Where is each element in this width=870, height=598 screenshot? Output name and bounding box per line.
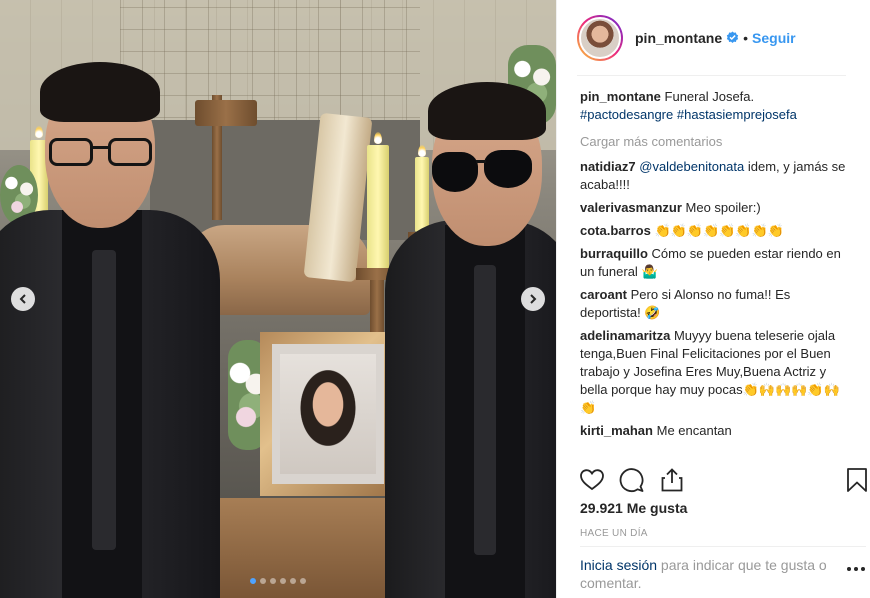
login-prompt: Inicia sesión para indicar que te gusta …: [580, 556, 830, 592]
post-timestamp[interactable]: HACE UN DÍA: [580, 528, 648, 539]
chevron-right-icon: [530, 294, 537, 304]
comment-button[interactable]: [619, 467, 645, 493]
sunglasses-lens: [484, 150, 532, 188]
comment-list: natidiaz7 @valdebenitonata idem, y jamás…: [580, 158, 848, 440]
portrait-photo: [280, 354, 376, 474]
follow-button[interactable]: Seguir: [752, 30, 796, 46]
comment-username[interactable]: natidiaz7: [580, 159, 636, 174]
comment-username[interactable]: caroant: [580, 287, 627, 302]
glasses-bridge: [92, 146, 109, 149]
carousel-prev-button[interactable]: [11, 287, 35, 311]
comment-item: natidiaz7 @valdebenitonata idem, y jamás…: [580, 158, 848, 194]
comment-username[interactable]: cota.barros: [580, 223, 651, 238]
frame-mat: [272, 344, 384, 484]
carousel-dot: [250, 578, 256, 584]
chevron-left-icon: [19, 294, 26, 304]
likes-count[interactable]: 29.921 Me gusta: [580, 500, 687, 516]
save-button[interactable]: [846, 467, 868, 493]
verified-badge-icon: [726, 31, 739, 43]
avatar-image: [579, 16, 621, 59]
post-photo[interactable]: [0, 0, 556, 598]
carousel-next-button[interactable]: [521, 287, 545, 311]
comment-username[interactable]: kirti_mahan: [580, 423, 653, 438]
comment-item: caroant Pero si Alonso no fuma!! Es depo…: [580, 286, 848, 322]
comment-emoji: 👏👏👏👏👏👏👏👏: [654, 223, 784, 238]
comments-section: pin_montane Funeral Josefa. #pactodesang…: [580, 88, 848, 445]
background-grid: [120, 0, 420, 140]
heart-icon: [580, 469, 604, 491]
more-dot: [854, 567, 858, 571]
hair: [428, 82, 546, 140]
header-separator: •: [743, 29, 749, 46]
glasses-lens: [49, 138, 93, 166]
comment-username[interactable]: burraquillo: [580, 246, 648, 261]
avatar[interactable]: [577, 14, 623, 61]
comment-item: cota.barros 👏👏👏👏👏👏👏👏: [580, 222, 848, 240]
comment-username[interactable]: adelinamaritza: [580, 328, 670, 343]
more-dot: [847, 567, 851, 571]
hashtag-link[interactable]: #pactodesangre: [580, 107, 673, 122]
candle: [367, 145, 389, 270]
glasses-lens: [108, 138, 152, 166]
portrait-frame: [260, 332, 396, 496]
hashtag-link[interactable]: #hastasiemprejosefa: [677, 107, 797, 122]
bookmark-icon: [847, 468, 867, 492]
comment-item: burraquillo Cómo se pueden estar riendo …: [580, 245, 848, 281]
candle-flame: [374, 132, 382, 144]
share-button[interactable]: [659, 467, 685, 493]
load-more-comments-button[interactable]: Cargar más comentarios: [580, 133, 848, 151]
header-user-line: pin_montane • Seguir: [635, 30, 796, 46]
comment-item: valerivasmanzur Meo spoiler:): [580, 199, 848, 217]
sunglasses-bridge: [476, 160, 486, 163]
cross-top: [195, 100, 257, 126]
share-icon: [661, 468, 683, 492]
comment-bubble-icon: [619, 468, 644, 492]
action-bar: [579, 467, 869, 493]
header-username[interactable]: pin_montane: [635, 30, 722, 46]
login-link[interactable]: Inicia sesión: [580, 557, 657, 573]
comment-text: Meo spoiler:): [685, 200, 761, 215]
footer-divider: [580, 546, 866, 547]
carousel-dot: [290, 578, 296, 584]
sunglasses-lens: [432, 152, 478, 192]
comment-username[interactable]: valerivasmanzur: [580, 200, 682, 215]
post-header: pin_montane • Seguir: [577, 0, 846, 76]
carousel-dot: [280, 578, 286, 584]
mention-link[interactable]: @valdebenitonata: [639, 159, 744, 174]
candle-flame: [418, 145, 426, 157]
comment-item: adelinamaritza Muyyy buena teleserie oja…: [580, 327, 848, 417]
caption-text: Funeral Josefa.: [664, 89, 755, 104]
caption-username[interactable]: pin_montane: [580, 89, 661, 104]
carousel-dot: [260, 578, 266, 584]
comment-text: Me encantan: [656, 423, 732, 438]
more-dot: [861, 567, 865, 571]
comment-item: kirti_mahan Me encantan: [580, 422, 848, 440]
carousel-dot: [270, 578, 276, 584]
like-button[interactable]: [579, 467, 605, 493]
more-options-button[interactable]: [847, 566, 865, 572]
candle-stand: [370, 280, 384, 335]
tie: [92, 250, 116, 550]
candle-flame: [35, 126, 43, 138]
comment-emoji: 🤣: [644, 305, 661, 320]
memorial-table: [220, 498, 395, 598]
caption: pin_montane Funeral Josefa. #pactodesang…: [580, 88, 848, 124]
carousel-indicator: [250, 578, 306, 584]
candle: [415, 157, 429, 232]
hair: [40, 62, 160, 122]
comment-emoji: 🤷‍♂️: [641, 264, 658, 279]
carousel-dot: [300, 578, 306, 584]
tie: [474, 265, 496, 555]
